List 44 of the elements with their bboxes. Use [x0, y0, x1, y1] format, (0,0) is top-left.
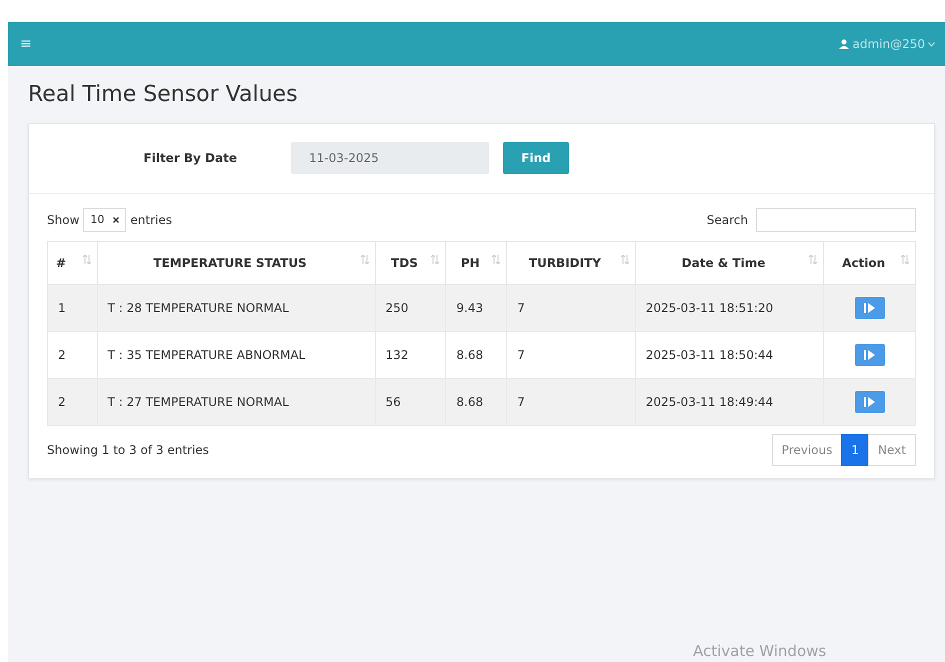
table-cell: 2025-03-11 18:51:20 [635, 284, 824, 332]
clear-icon [113, 217, 120, 223]
sort-icon [901, 255, 909, 264]
view-button[interactable] [854, 391, 885, 413]
table-cell: 7 [506, 378, 636, 426]
sort-icon [809, 255, 818, 264]
column-header[interactable]: Date & Time [635, 242, 824, 284]
view-button[interactable] [854, 297, 885, 319]
play-icon [864, 350, 876, 360]
table-cell: 8.68 [446, 378, 507, 426]
table-cell: 7 [506, 284, 636, 332]
table-cell: T : 28 TEMPERATURE NORMAL [97, 284, 375, 332]
sort-icon [492, 255, 500, 264]
page-link[interactable]: Previous [772, 434, 842, 466]
search-field[interactable] [756, 208, 916, 232]
entries-label: entries [130, 212, 172, 229]
date-field[interactable]: 11-03-2025 [291, 142, 489, 174]
sort-icon [82, 255, 91, 264]
play-icon [864, 397, 876, 407]
table-cell: T : 27 TEMPERATURE NORMAL [97, 378, 375, 426]
page-size-select[interactable]: 10 [83, 208, 126, 232]
table-cell: 250 [375, 284, 446, 332]
activation-watermark: Activate Windows [693, 640, 826, 662]
caret-icon [928, 42, 935, 46]
column-header[interactable]: # [48, 242, 98, 284]
table-cell: 9.43 [446, 284, 507, 332]
search-label: Search [706, 212, 748, 229]
play-icon [864, 303, 876, 313]
table-cell: 2 [48, 378, 98, 426]
sort-icon [620, 255, 629, 264]
page-link[interactable]: 1 [841, 434, 870, 466]
page-link[interactable]: Next [868, 434, 916, 466]
entries-info: Showing 1 to 3 of 3 entries [47, 442, 209, 459]
column-header[interactable]: TEMPERATURE STATUS [97, 242, 375, 284]
page-title: Real Time Sensor Values [28, 81, 299, 109]
table-cell: 2025-03-11 18:49:44 [635, 378, 824, 426]
user-icon [839, 39, 850, 49]
show-label: Show [47, 212, 80, 229]
filter-label: Filter By Date [142, 150, 238, 167]
table-cell: 1 [48, 284, 98, 332]
table-cell: 56 [375, 378, 446, 426]
sort-icon [431, 255, 440, 264]
view-button[interactable] [854, 344, 885, 366]
sort-icon [360, 255, 368, 264]
